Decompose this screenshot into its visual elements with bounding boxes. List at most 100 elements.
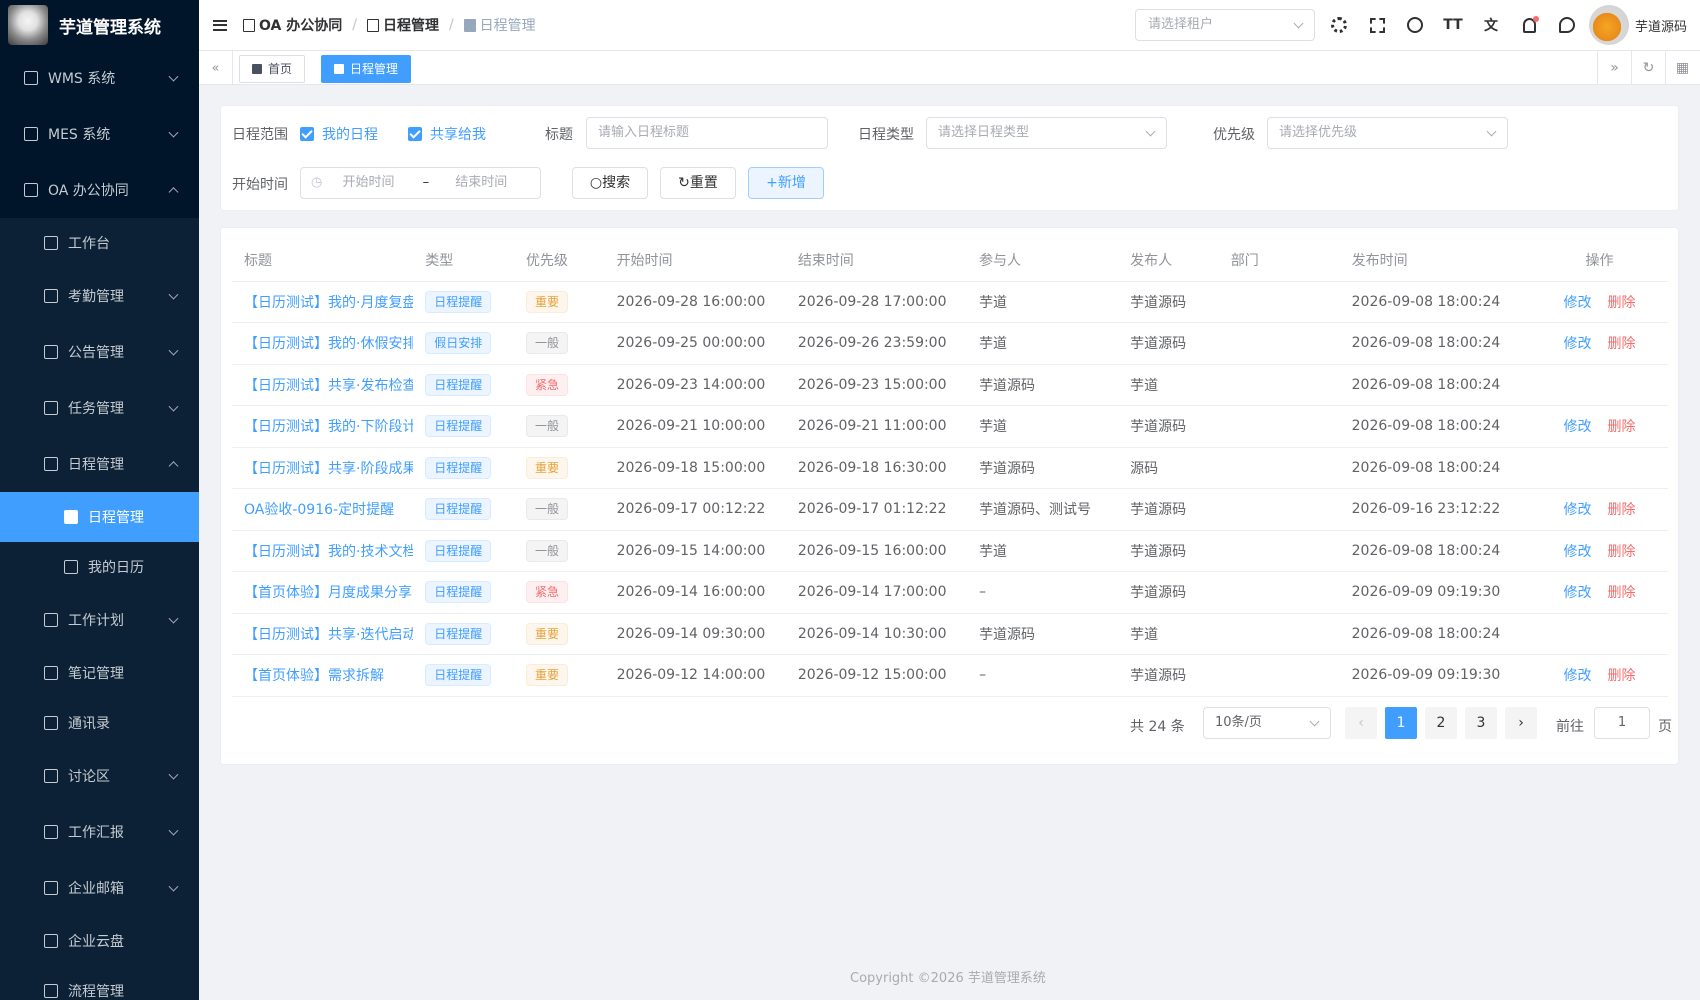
operations-cell: 修改 删除 (1530, 322, 1668, 365)
delete-button[interactable]: 删除 (1607, 585, 1635, 601)
delete-button[interactable]: 删除 (1607, 668, 1635, 684)
logo-image (8, 5, 48, 45)
breadcrumb-item-2[interactable]: 日程管理 (383, 15, 439, 35)
dept-cell (1218, 364, 1340, 406)
mail-icon (44, 881, 58, 895)
schedule-title-link[interactable]: 【日历测试】共享·迭代启动 (232, 613, 414, 655)
published-time-cell: 2026-09-08 18:00:24 (1339, 613, 1521, 655)
edit-button[interactable]: 修改 (1563, 502, 1591, 518)
delete-button[interactable]: 删除 (1607, 419, 1635, 435)
menu-toggle-icon[interactable] (213, 19, 227, 31)
delete-button[interactable]: 删除 (1607, 502, 1635, 518)
edit-button[interactable]: 修改 (1563, 544, 1591, 560)
user-name[interactable]: 芋道源码 (1635, 16, 1687, 35)
message-icon[interactable] (1557, 15, 1577, 35)
type-tag: 日程提醒 (425, 373, 492, 396)
tag-home[interactable]: 首页 (239, 55, 306, 83)
add-button[interactable]: +新增 (748, 167, 824, 199)
edit-button[interactable]: 修改 (1563, 295, 1591, 311)
schedule-title-link[interactable]: 【日历测试】我的·技术文档 (232, 530, 414, 572)
sidebar-item-12[interactable]: 通讯录 (0, 698, 199, 748)
sidebar-item-label: 笔记管理 (68, 666, 124, 682)
sidebar-item-1[interactable]: MES 系统 (0, 106, 199, 162)
sidebar-item-label: MES 系统 (48, 127, 111, 143)
folder-icon (44, 934, 58, 948)
sidebar-item-10[interactable]: 工作计划 (0, 592, 199, 648)
edit-button[interactable]: 修改 (1563, 585, 1591, 601)
goto-page-input[interactable]: 1 (1594, 707, 1650, 739)
sidebar-item-13[interactable]: 讨论区 (0, 748, 199, 804)
delete-button[interactable]: 删除 (1607, 295, 1635, 311)
page-3[interactable]: 3 (1465, 707, 1497, 739)
sidebar-item-17[interactable]: 流程管理 (0, 966, 199, 1000)
tenant-select[interactable]: 请选择租户 (1135, 9, 1315, 41)
font-size-icon[interactable]: TT (1443, 15, 1463, 35)
clipboard-icon (44, 401, 58, 415)
delete-button[interactable]: 删除 (1607, 544, 1635, 560)
sidebar-item-8[interactable]: 日程管理 (0, 492, 199, 542)
search-icon[interactable] (1405, 15, 1425, 35)
type-tag: 日程提醒 (425, 539, 492, 562)
page-size-select[interactable]: 10条/页 (1203, 707, 1331, 739)
delete-button[interactable]: 删除 (1607, 336, 1635, 352)
schedule-title-link[interactable]: 【日历测试】我的·休假安排 (232, 322, 414, 365)
sidebar-item-7[interactable]: 日程管理 (0, 436, 199, 492)
sidebar-item-0[interactable]: WMS 系统 (0, 50, 199, 106)
edit-button[interactable]: 修改 (1563, 668, 1591, 684)
tags-scroll-right-icon[interactable]: » (1597, 51, 1631, 85)
type-select[interactable]: 请选择日程类型 (926, 117, 1167, 149)
sidebar-item-15[interactable]: 企业邮箱 (0, 860, 199, 916)
sidebar-item-11[interactable]: 笔记管理 (0, 648, 199, 698)
sidebar-item-16[interactable]: 企业云盘 (0, 916, 199, 966)
sidebar-item-6[interactable]: 任务管理 (0, 380, 199, 436)
sidebar-item-9[interactable]: 我的日历 (0, 542, 199, 592)
date-range-picker[interactable]: ◷ 开始时间 – 结束时间 (300, 167, 541, 199)
schedule-table: 标题 类型 优先级 开始时间 结束时间 参与人 发布人 部门 发布时间 操作 【日历测试】我的·月… (232, 240, 1668, 697)
sidebar-item-2[interactable]: OA 办公协同 (0, 162, 199, 218)
schedule-title-link[interactable]: 【首页体验】需求拆解 (232, 654, 414, 697)
schedule-title-link[interactable]: 【日历测试】共享·阶段成果 (232, 447, 414, 489)
breadcrumb-item-1[interactable]: OA 办公协同 (259, 15, 342, 35)
priority-tag: 重要 (525, 664, 568, 687)
chevron-down-icon (1486, 126, 1497, 137)
prev-page-icon[interactable]: ‹ (1345, 707, 1377, 739)
table-row: 【日历测试】我的·下阶段计划 日程提醒 一般 2026-09-21 10:00:00 2… (232, 405, 1668, 448)
tags-scroll-left-icon[interactable]: « (199, 51, 233, 85)
sidebar-item-5[interactable]: 公告管理 (0, 324, 199, 380)
settings-icon[interactable] (1329, 15, 1349, 35)
fullscreen-icon[interactable] (1367, 15, 1387, 35)
my-schedule-checkbox[interactable]: 我的日程 (300, 124, 378, 144)
logo[interactable]: 芋道管理系统 (0, 0, 199, 50)
grid-icon[interactable]: ▦ (1665, 51, 1699, 85)
priority-select[interactable]: 请选择优先级 (1267, 117, 1508, 149)
bell-icon[interactable] (1519, 15, 1539, 35)
sidebar: 芋道管理系统 WMS 系统 MES 系统 OA 办公协同 工作台 考勤管理 公告管理 任务管… (0, 0, 199, 1000)
table-row: 【日历测试】我的·月度复盘 日程提醒 重要 2026-09-28 16:00:00 20… (232, 281, 1668, 323)
edit-button[interactable]: 修改 (1563, 336, 1591, 352)
reset-button[interactable]: ↻重置 (660, 167, 736, 199)
sidebar-item-3[interactable]: 工作台 (0, 218, 199, 268)
sidebar-item-4[interactable]: 考勤管理 (0, 268, 199, 324)
page-1[interactable]: 1 (1385, 707, 1417, 739)
refresh-icon[interactable]: ↻ (1631, 51, 1665, 85)
title-input[interactable]: 请输入日程标题 (586, 117, 828, 149)
search-icon: ○ (589, 175, 603, 191)
chevron-down-icon (168, 345, 179, 356)
schedule-title-link[interactable]: 【日历测试】我的·下阶段计划 (232, 405, 414, 448)
avatar[interactable] (1589, 5, 1629, 45)
search-button[interactable]: ○搜索 (572, 167, 648, 199)
sidebar-item-14[interactable]: 工作汇报 (0, 804, 199, 860)
column-header: 发布人 (1118, 240, 1219, 282)
edit-button[interactable]: 修改 (1563, 419, 1591, 435)
page-2[interactable]: 2 (1425, 707, 1457, 739)
priority-tag: 重要 (525, 456, 568, 479)
schedule-title-link[interactable]: 【日历测试】我的·月度复盘 (232, 281, 414, 323)
schedule-title-link[interactable]: OA验收-0916-定时提醒 (232, 488, 414, 531)
shared-to-me-checkbox[interactable]: 共享给我 (408, 124, 486, 144)
translate-icon[interactable]: 文 (1481, 15, 1501, 35)
tag-schedule[interactable]: 日程管理 (321, 55, 412, 83)
schedule-title-link[interactable]: 【日历测试】共享·发布检查 (232, 364, 414, 406)
schedule-title-link[interactable]: 【首页体验】月度成果分享 (232, 571, 414, 614)
doc-icon (334, 64, 344, 74)
next-page-icon[interactable]: › (1505, 707, 1537, 739)
